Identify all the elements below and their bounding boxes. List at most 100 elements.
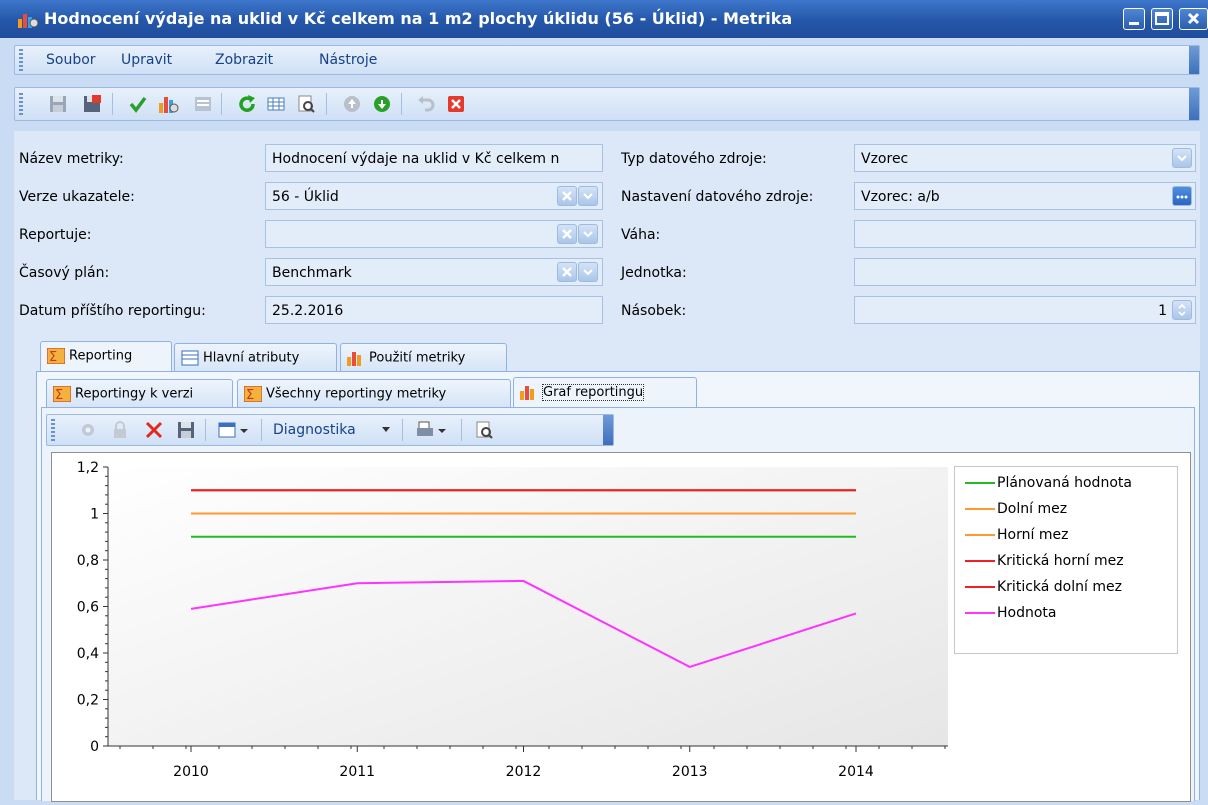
multiplier-field[interactable]: 1: [854, 296, 1196, 324]
tab-metric-usage[interactable]: Použití metriky: [340, 343, 507, 371]
source-type-dropdown-button[interactable]: [1172, 148, 1192, 168]
source-settings-field[interactable]: Vzorec: a/b: [854, 182, 1196, 210]
menu-upravit[interactable]: Upravit: [121, 52, 172, 68]
reports-dropdown-button[interactable]: [578, 224, 598, 244]
attributes-icon: [181, 350, 199, 366]
unit-label: Jednotka:: [621, 265, 687, 281]
legend-label: Dolní mez: [997, 501, 1068, 517]
source-settings-label: Nastavení datového zdroje:: [621, 189, 814, 205]
legend-item: Plánovaná hodnota: [965, 475, 1132, 491]
chart-preview-button[interactable]: [473, 419, 495, 441]
metric-button[interactable]: [158, 93, 180, 115]
reports-field[interactable]: [265, 220, 603, 248]
time-plan-label: Časový plán:: [19, 265, 110, 281]
chart-toolbar-grip[interactable]: [51, 419, 55, 441]
diagnostics-menu-label[interactable]: Diagnostika: [273, 422, 356, 438]
spinner-arrows-icon: [1178, 303, 1186, 317]
maximize-button[interactable]: [1151, 8, 1173, 30]
legend-swatch: [965, 482, 995, 484]
refresh-button[interactable]: [236, 93, 258, 115]
menu-zobrazit[interactable]: Zobrazit: [215, 52, 273, 68]
save-close-button[interactable]: [81, 93, 103, 115]
source-type-field[interactable]: Vzorec: [854, 144, 1196, 172]
x-tick-label: 2011: [339, 764, 375, 780]
toolbar-separator: [326, 93, 327, 115]
sigma-report-icon: Σ: [53, 386, 71, 402]
save-button[interactable]: [47, 93, 69, 115]
reports-label: Reportuje:: [19, 227, 92, 243]
tab-metric-usage-label: Použití metriky: [369, 350, 466, 366]
chart-lock-button[interactable]: [109, 419, 131, 441]
sigma-report-icon: Σ: [47, 348, 65, 364]
tab-main-attributes[interactable]: Hlavní atributy: [174, 343, 337, 371]
plan-dropdown-button[interactable]: [578, 262, 598, 282]
version-dropdown-button[interactable]: [578, 186, 598, 206]
weight-field[interactable]: [854, 220, 1196, 248]
close-icon: [448, 96, 464, 112]
clear-plan-button[interactable]: [557, 262, 577, 282]
legend-label: Horní mez: [997, 527, 1069, 543]
time-plan-field[interactable]: Benchmark: [265, 258, 603, 286]
indicator-version-field[interactable]: 56 - Úklid: [265, 182, 603, 210]
tab-version-reportings[interactable]: Σ Reportingy k verzi: [46, 379, 233, 407]
menu-nastroje[interactable]: Nástroje: [319, 52, 377, 68]
menu-soubor[interactable]: Soubor: [46, 52, 96, 68]
next-report-date-field[interactable]: 25.2.2016: [265, 296, 603, 324]
menubar-overflow-button[interactable]: [1189, 46, 1199, 74]
metric-name-label: Název metriky:: [19, 151, 124, 167]
table-button[interactable]: [265, 93, 287, 115]
cancel-button[interactable]: [445, 93, 467, 115]
maximize-icon: [1155, 12, 1169, 25]
chevron-down-icon: [382, 427, 390, 432]
menubar-grip[interactable]: [19, 49, 23, 71]
tab-reporting-chart-label: Graf reportingu: [542, 383, 645, 401]
chevron-down-icon: [1177, 155, 1187, 162]
source-settings-browse-button[interactable]: [1172, 186, 1192, 206]
print-icon: [417, 421, 446, 436]
undo-icon: [418, 96, 435, 112]
preview-button[interactable]: [295, 93, 317, 115]
close-icon: [1187, 12, 1200, 25]
chart-layout-dropdown[interactable]: [217, 419, 255, 441]
clear-reports-button[interactable]: [557, 224, 577, 244]
legend-item: Horní mez: [965, 527, 1068, 543]
y-tick-label: 1,2: [77, 460, 99, 476]
tab-all-reportings[interactable]: Σ Všechny reportingy metriky: [237, 379, 511, 407]
toolbar-grip[interactable]: [19, 93, 23, 115]
minimize-button[interactable]: [1123, 8, 1145, 30]
y-tick-label: 0,2: [77, 693, 99, 709]
toolbar-overflow-button[interactable]: [1189, 88, 1199, 120]
undo-button[interactable]: [415, 93, 437, 115]
move-up-button[interactable]: [341, 93, 363, 115]
chevron-down-icon: [583, 231, 593, 238]
legend-item: Kritická dolní mez: [965, 579, 1122, 595]
approve-button[interactable]: [127, 93, 149, 115]
toolbar-separator: [261, 419, 262, 441]
source-type-label: Typ datového zdroje:: [621, 151, 767, 167]
close-window-button[interactable]: [1179, 8, 1208, 30]
multiplier-spinner[interactable]: [1172, 300, 1192, 320]
chart-sync-button[interactable]: [77, 419, 99, 441]
tab-reporting-chart[interactable]: Graf reportingu: [513, 377, 697, 407]
chart-print-dropdown[interactable]: [415, 419, 453, 441]
y-tick-label: 0,8: [77, 553, 99, 569]
refresh-icon: [239, 95, 255, 112]
chart-delete-button[interactable]: [143, 419, 165, 441]
move-down-button[interactable]: [371, 93, 393, 115]
title-bar: Hodnocení výdaje na uklid v Kč celkem na…: [0, 0, 1208, 38]
reporting-chart: 0 0,2 0,4 0,6 0,8 1 1,2 2010 2011 2012 2013 2014 Pl…: [51, 452, 1191, 802]
unit-field[interactable]: [854, 258, 1196, 286]
clear-version-button[interactable]: [557, 186, 577, 206]
next-report-date-label: Datum příštího reportingu:: [19, 303, 206, 319]
table-icon: [267, 97, 285, 111]
chevron-down-icon: [583, 193, 593, 200]
legend-item: Hodnota: [965, 605, 1057, 621]
save-close-icon: [84, 95, 101, 112]
tab-reporting[interactable]: Σ Reporting: [40, 341, 172, 371]
svg-text:Σ: Σ: [246, 388, 254, 402]
chart-toolbar-overflow-button[interactable]: [603, 415, 613, 445]
report-button[interactable]: [192, 93, 214, 115]
chart-save-button[interactable]: [175, 419, 197, 441]
metric-name-field[interactable]: Hodnocení výdaje na uklid v Kč celkem n: [265, 144, 603, 172]
metric-icon: [159, 97, 179, 113]
